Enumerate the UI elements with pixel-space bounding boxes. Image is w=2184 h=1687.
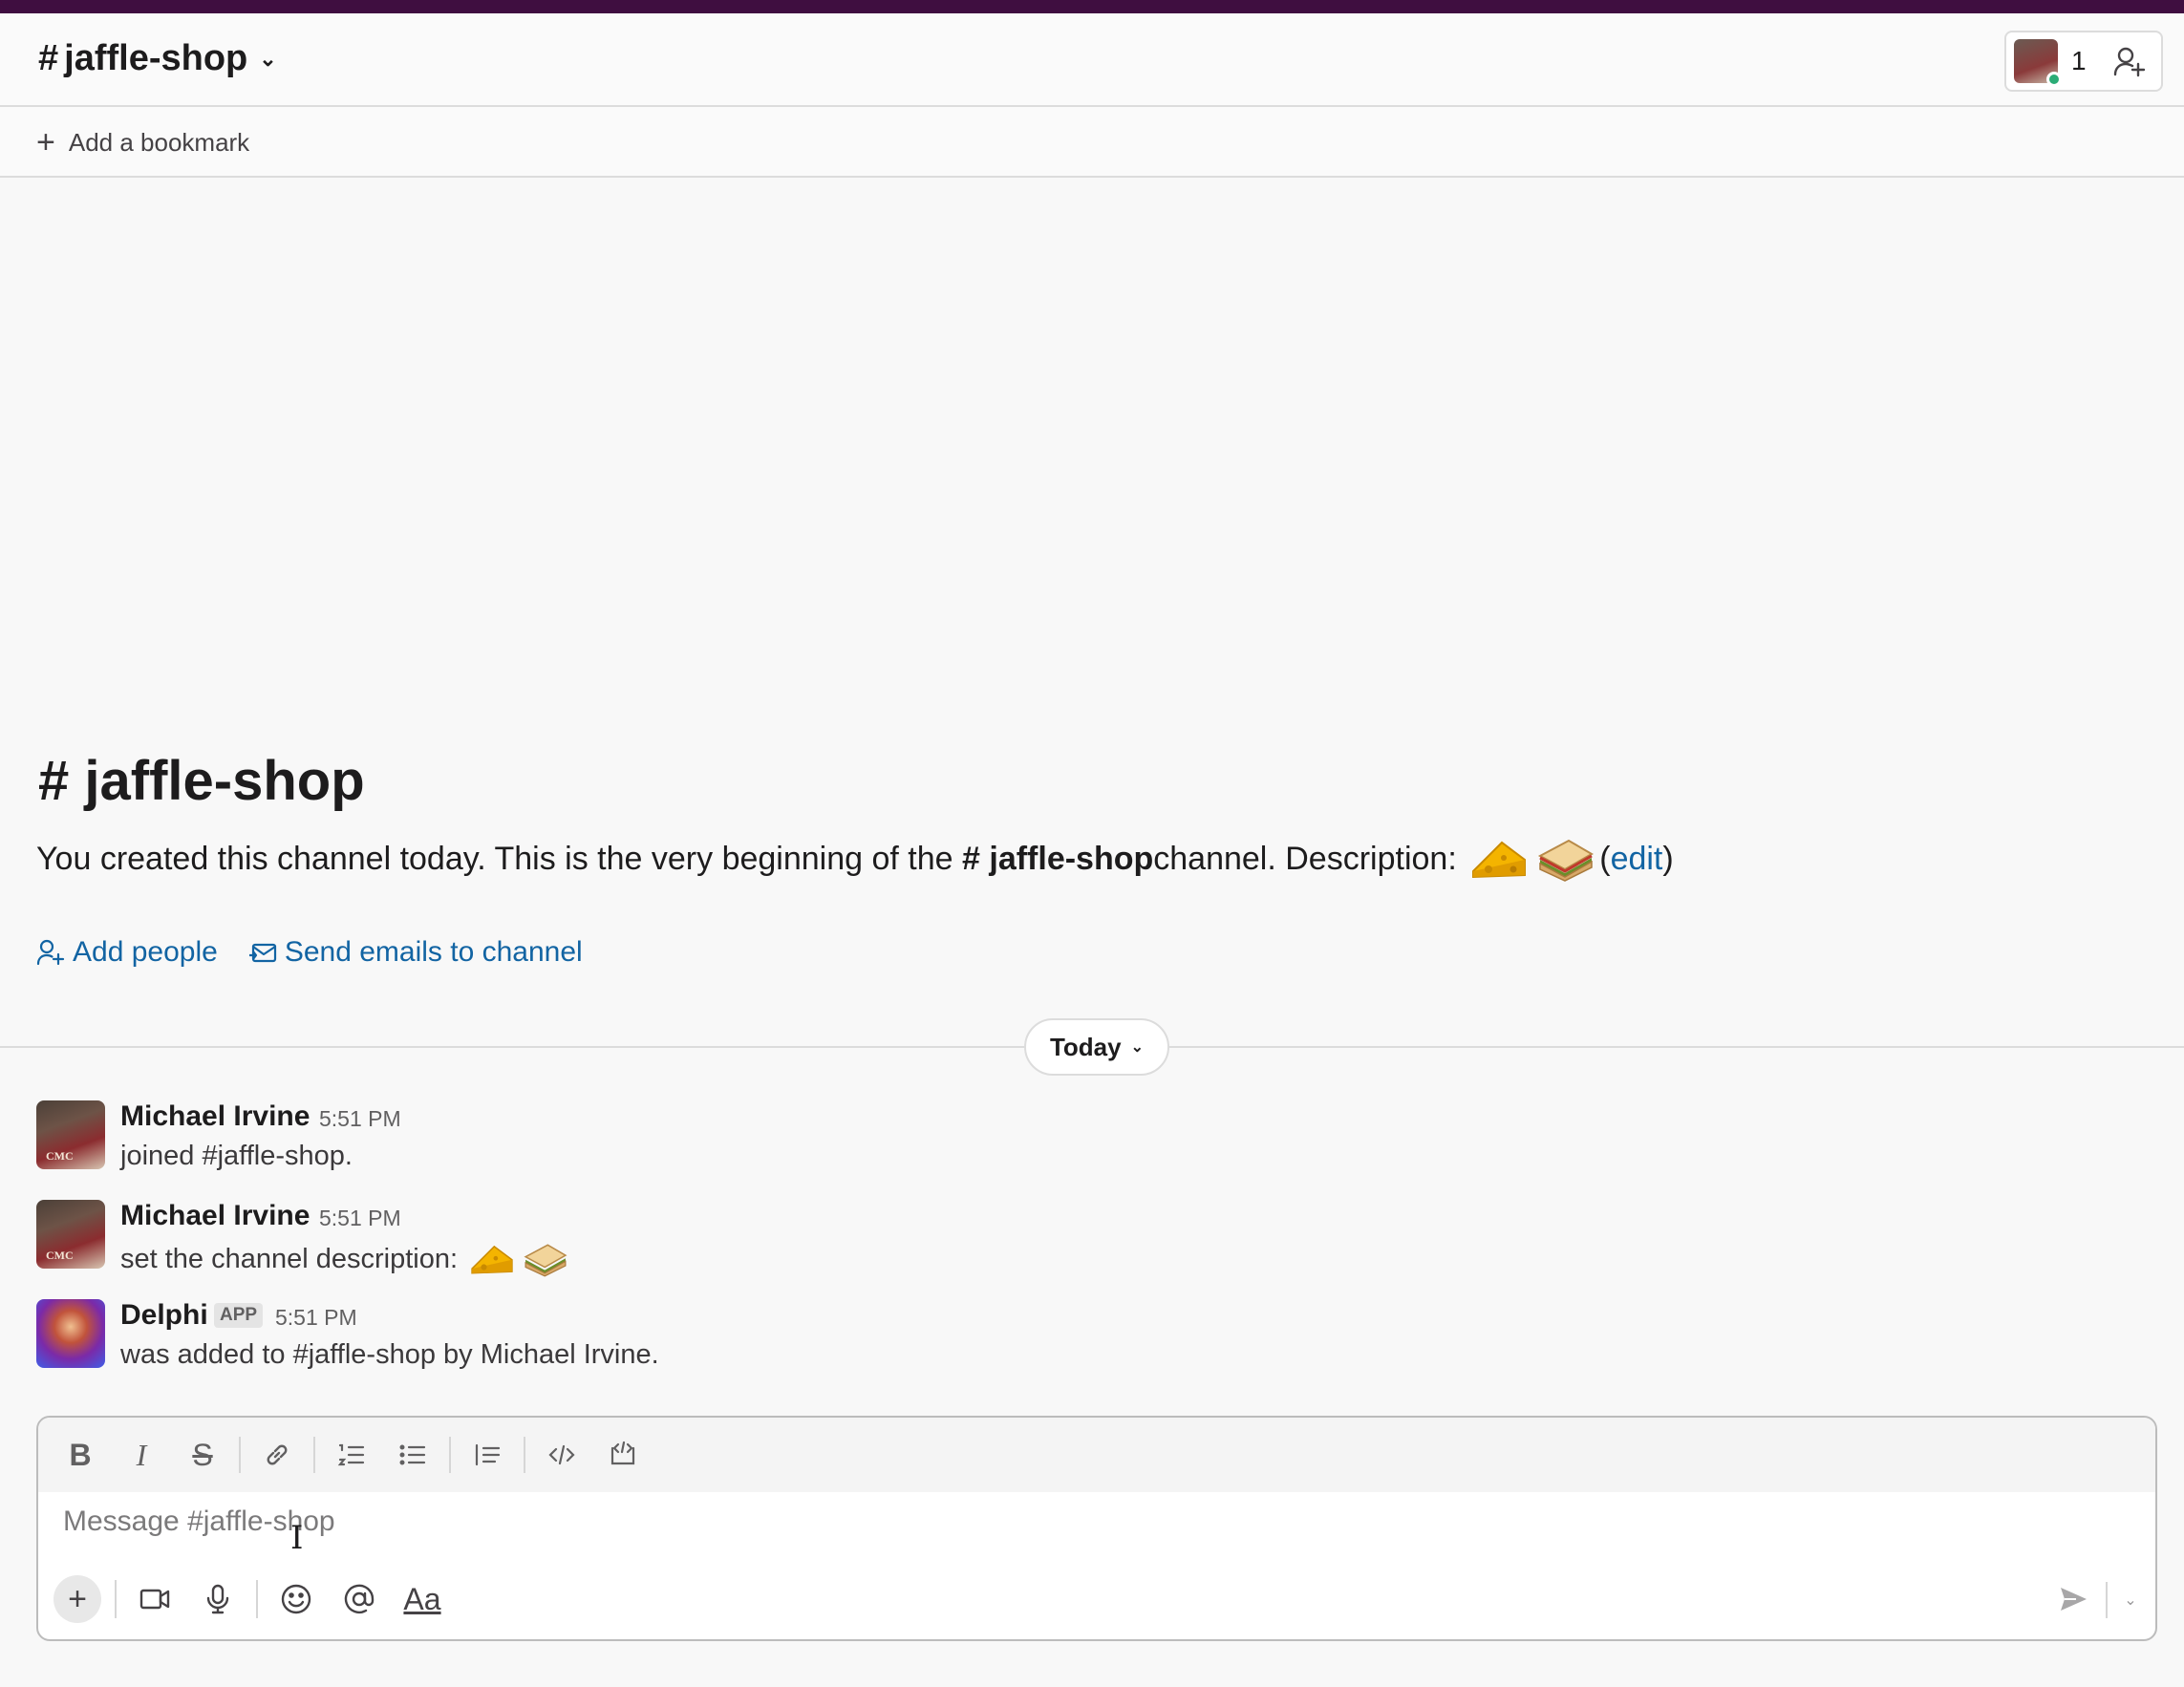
message-time[interactable]: 5:51 PM [319,1206,401,1231]
intro-channel-name: jaffle-shop [84,750,365,812]
add-person-icon [36,939,65,966]
email-forward-icon [248,943,276,963]
workspace-top-strip [0,0,2184,13]
microphone-icon[interactable] [193,1574,243,1624]
mention-icon[interactable] [334,1574,384,1624]
intro-hash-icon: # [38,750,70,812]
message: Michael Irvine 5:51 PM joined #jaffle-sh… [36,1100,2138,1196]
ordered-list-icon[interactable] [325,1428,378,1482]
link-icon[interactable] [250,1428,304,1482]
toolbar-separator [313,1437,315,1473]
add-person-icon [2113,47,2146,77]
text-cursor-icon: I [290,1519,304,1557]
cheese-emoji-icon [1472,841,1527,879]
message-text: set the channel description: [120,1240,572,1278]
italic-icon[interactable]: I [115,1428,168,1482]
composer-actions: + Aa [54,1570,447,1628]
add-bookmark-label: Add a bookmark [68,127,250,157]
bulleted-list-icon[interactable] [386,1428,439,1482]
message-author[interactable]: Delphi [120,1299,208,1332]
bold-icon[interactable]: B [54,1428,107,1482]
toolbar-separator [115,1580,117,1618]
toolbar-separator [239,1437,241,1473]
channel-view: # jaffle-shop ⌄ 1 + Add a bookmark # jaf… [0,13,2184,1687]
avatar [2014,39,2062,87]
channel-name-button[interactable]: # jaffle-shop ⌄ [38,38,277,79]
intro-desc-channel: # jaffle-shop [962,840,1154,877]
app-badge: APP [214,1303,264,1328]
text-format-button[interactable]: Aa [397,1574,447,1624]
send-emails-button[interactable]: Send emails to channel [248,936,583,969]
message-body: set the channel description: [120,1243,459,1274]
avatar[interactable] [36,1100,105,1169]
text-format-label: Aa [403,1581,441,1616]
date-divider-label: Today [1049,1032,1122,1061]
avatar[interactable] [36,1299,105,1368]
attach-plus-button[interactable]: + [54,1575,101,1623]
strikethrough-icon[interactable]: S [176,1428,229,1482]
channel-hash-icon: # [38,38,59,78]
sandwich-emoji-icon [1538,839,1595,882]
send-icon [2061,1588,2087,1611]
member-count: 1 [2071,46,2087,75]
message-text: was added to #jaffle-shop by Michael Irv… [120,1339,659,1371]
avatar[interactable] [36,1200,105,1269]
message-time[interactable]: 5:51 PM [275,1305,357,1331]
cheese-emoji-icon [471,1245,513,1274]
edit-open-paren: ( [1599,840,1611,877]
message-text: joined #jaffle-shop. [120,1141,353,1172]
channel-header: # jaffle-shop ⌄ 1 [0,13,2184,107]
video-clip-icon[interactable] [130,1574,180,1624]
toolbar-separator [449,1437,451,1473]
message-body: joined #jaffle-shop. [120,1141,353,1171]
add-member-button[interactable] [2098,31,2163,92]
message-composer: B I S Message #jaffle-shop I + Aa ⌄ [36,1416,2157,1641]
toolbar-separator [524,1437,525,1473]
formatting-toolbar: B I S [38,1418,2155,1492]
add-people-button[interactable]: Add people [36,936,218,969]
intro-actions: Add people Send emails to channel [36,936,583,969]
toolbar-separator [256,1580,258,1618]
chevron-down-icon[interactable]: ⌄ [2113,1576,2148,1624]
intro-desc-suffix: channel. Description: [1153,840,1457,877]
add-bookmark-button[interactable]: + Add a bookmark [36,126,249,159]
plus-icon: + [36,124,55,160]
message-body: was added to #jaffle-shop by Michael Irv… [120,1339,659,1370]
edit-description-link[interactable]: edit [1611,841,1663,878]
bookmarks-bar: + Add a bookmark [0,107,2184,178]
send-button[interactable] [2048,1574,2098,1624]
message-author[interactable]: Michael Irvine [120,1100,310,1133]
date-jump-button[interactable]: Today ⌄ [1024,1018,1169,1076]
blockquote-icon[interactable] [460,1428,514,1482]
intro-desc-prefix: You created this channel today. This is … [36,840,953,877]
message-time[interactable]: 5:51 PM [319,1106,401,1132]
members-button[interactable]: 1 [2004,31,2100,92]
chevron-down-icon: ⌄ [259,46,277,71]
edit-close-paren: ) [1662,840,1674,877]
code-block-icon[interactable] [596,1428,650,1482]
intro-title: # jaffle-shop [38,749,365,813]
intro-description: You created this channel today. This is … [36,835,1674,883]
channel-name: jaffle-shop [64,38,248,78]
add-people-label: Add people [73,936,218,968]
message-author[interactable]: Michael Irvine [120,1200,310,1232]
sandwich-emoji-icon [524,1244,567,1277]
message: Delphi APP 5:51 PM was added to #jaffle-… [36,1299,2138,1395]
chevron-down-icon: ⌄ [1130,1039,1145,1056]
send-emails-label: Send emails to channel [284,936,583,968]
toolbar-separator [2106,1582,2108,1618]
presence-dot [2046,72,2062,87]
code-icon[interactable] [535,1428,589,1482]
emoji-icon[interactable] [271,1574,321,1624]
message: Michael Irvine 5:51 PM set the channel d… [36,1200,2138,1295]
